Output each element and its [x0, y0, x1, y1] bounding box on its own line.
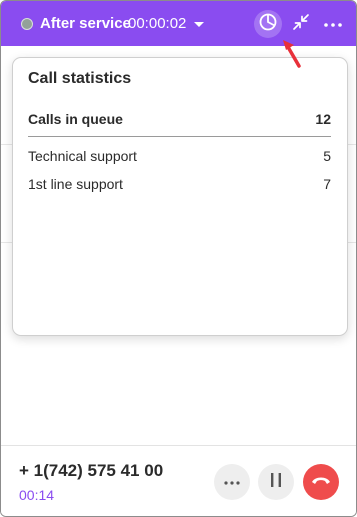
chevron-down-icon[interactable]: [192, 15, 206, 33]
call-more-button[interactable]: [214, 464, 250, 500]
call-statistics-panel: Call statistics Calls in queue 12 Techni…: [12, 57, 348, 336]
status-label[interactable]: After service: [40, 15, 131, 32]
row-value: 12: [315, 111, 331, 127]
hang-up-button[interactable]: [303, 464, 339, 500]
row-label: 1st line support: [28, 176, 123, 192]
status-timer: 00:00:02: [128, 15, 187, 32]
phone-number: + 1(742) 575 41 00: [19, 461, 164, 480]
hold-button[interactable]: [258, 464, 294, 500]
pie-chart-icon: [258, 12, 278, 37]
more-horizontal-icon: [223, 473, 241, 491]
queue-row: 1st line support 7: [28, 176, 331, 192]
row-value: 7: [323, 176, 331, 192]
row-label: Technical support: [28, 148, 137, 164]
collapse-button[interactable]: [287, 10, 315, 38]
row-label: Calls in queue: [28, 111, 123, 127]
queue-row: Technical support 5: [28, 148, 331, 164]
hang-up-icon: [310, 473, 332, 491]
annotation-arrow-icon: [283, 40, 301, 68]
calls-in-queue-row: Calls in queue 12: [28, 111, 331, 127]
header-more-button[interactable]: [319, 10, 347, 38]
row-value: 5: [323, 148, 331, 164]
softphone-window: After service 00:00:02 Call statistics C…: [0, 0, 357, 517]
call-duration: 00:14: [19, 487, 55, 503]
more-horizontal-icon: [323, 15, 343, 33]
active-call-bar: + 1(742) 575 41 00 00:14: [1, 445, 356, 516]
call-statistics-button[interactable]: [254, 10, 282, 38]
status-indicator: [21, 18, 33, 30]
panel-title: Call statistics: [28, 70, 132, 87]
collapse-icon: [292, 13, 310, 36]
divider: [28, 136, 331, 137]
pause-icon: [269, 472, 283, 493]
